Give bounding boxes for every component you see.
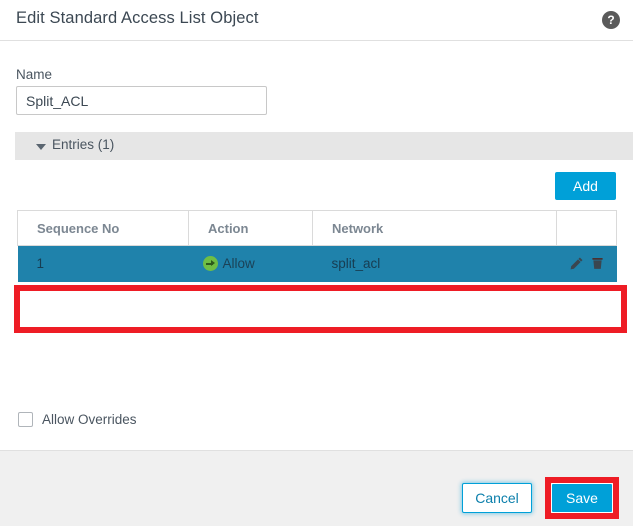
cancel-button[interactable]: Cancel — [462, 483, 532, 513]
edit-standard-access-list-dialog: Edit Standard Access List Object ? Name … — [0, 0, 633, 526]
column-header-sequence-no[interactable]: Sequence No — [17, 210, 189, 246]
entries-table: Sequence No Action Network 1 Allow split — [17, 210, 617, 282]
table-header-row: Sequence No Action Network — [17, 210, 617, 246]
cell-action: Allow — [188, 245, 313, 282]
name-input[interactable] — [16, 86, 267, 115]
table-row[interactable]: 1 Allow split_acl — [17, 245, 617, 282]
cell-sequence-no: 1 — [17, 245, 189, 282]
allow-overrides-checkbox-row[interactable]: Allow Overrides — [18, 412, 137, 427]
row-annotation-highlight — [14, 285, 627, 333]
page-title: Edit Standard Access List Object — [16, 9, 259, 27]
save-button[interactable]: Save — [551, 483, 613, 513]
caret-down-icon — [36, 144, 46, 150]
column-header-operations — [556, 210, 617, 246]
name-label: Name — [16, 67, 53, 82]
allow-overrides-label: Allow Overrides — [42, 412, 137, 427]
dialog-body: Name Entries (1) Add Sequence No Action … — [0, 42, 633, 450]
pencil-icon[interactable] — [569, 256, 584, 271]
cell-network: split_acl — [312, 245, 557, 282]
help-circle-icon[interactable]: ? — [602, 11, 620, 29]
allow-overrides-checkbox[interactable] — [18, 412, 33, 427]
action-label: Allow — [222, 256, 255, 272]
dialog-footer: Cancel Save — [0, 450, 633, 526]
allow-arrow-icon — [202, 256, 218, 272]
add-button[interactable]: Add — [555, 172, 616, 200]
dialog-header: Edit Standard Access List Object ? — [0, 0, 633, 41]
entries-section-header[interactable]: Entries (1) — [15, 132, 633, 160]
cell-operations — [556, 245, 617, 282]
trash-icon[interactable] — [590, 256, 605, 271]
column-header-action[interactable]: Action — [188, 210, 313, 246]
entries-section-label: Entries (1) — [52, 137, 115, 152]
column-header-network[interactable]: Network — [312, 210, 557, 246]
